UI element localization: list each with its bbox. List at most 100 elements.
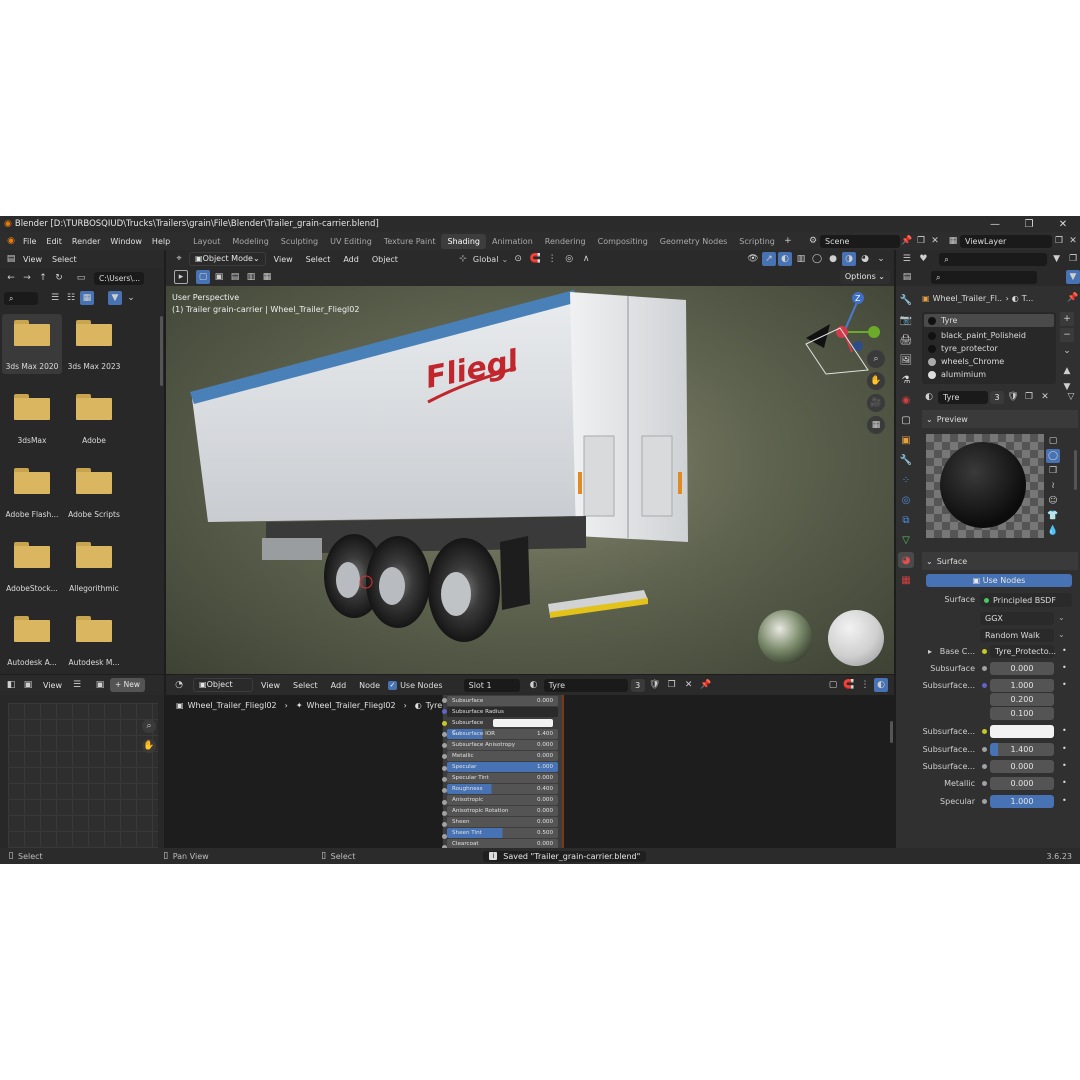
node-input-row[interactable]: Subsurface 0.000 [447,696,558,706]
list-horizontal-icon[interactable]: ☷ [64,291,78,305]
tab-texture-paint[interactable]: Texture Paint [378,237,442,246]
node-input-row[interactable]: Sheen Tint 0.500 [447,828,558,838]
node-input-row[interactable]: Subsurface Radius [447,707,558,717]
use-nodes-button[interactable]: ▣ Use Nodes [926,574,1072,587]
principled-bsdf-node[interactable]: Subsurface 0.000 Subsurface Radius Subsurfa… [442,695,564,848]
keyframe-dot[interactable]: • [1062,744,1067,753]
menu-file[interactable]: File [18,237,41,246]
preview-flat-icon[interactable]: ▢ [1046,434,1060,448]
gizmo-y-axis[interactable] [868,326,880,338]
file-browser-view-menu[interactable]: View [18,255,47,264]
preview-cloth-icon[interactable]: 👕 [1046,509,1060,523]
node-select-menu[interactable]: Select [288,681,323,690]
solid-shading-icon[interactable]: ● [826,252,840,266]
transform-orientation-icon[interactable]: ⊹ [456,252,470,266]
keyframe-dot[interactable]: • [1062,680,1067,689]
world-icon[interactable]: ◉ [898,392,914,408]
overlay-toggle-icon[interactable]: ◐ [874,678,888,692]
folder-item[interactable]: Autodesk A... [2,616,62,670]
proportional-edit-icon[interactable]: ◎ [562,252,576,266]
material-preview-icon[interactable]: ◑ [842,252,856,266]
material-name-field[interactable]: Tyre [938,390,988,404]
new-collection-icon[interactable]: ❐ [1066,252,1080,266]
fake-user-icon[interactable]: 🛡 [1006,390,1020,404]
keyframe-dot[interactable]: • [1062,761,1067,770]
pan-hand-icon[interactable]: ✋ [867,372,885,390]
tab-sculpting[interactable]: Sculpting [275,237,324,246]
shader-node-editor[interactable]: ◔ ▣ Object View Select Add Node ✓ Use No… [166,675,894,850]
viewport-select-menu[interactable]: Select [301,255,336,264]
material-slot[interactable]: alumimium [924,368,1054,381]
maximize-button[interactable]: ❐ [1012,219,1046,230]
folder-item[interactable]: 3dsMax [2,394,62,448]
properties-type-icon[interactable]: ▤ [900,270,914,284]
menu-edit[interactable]: Edit [41,237,67,246]
folder-item[interactable]: Adobe [64,394,124,448]
unlink-material-icon[interactable]: ✕ [682,678,696,692]
subsurface-method-dropdown[interactable]: Random Walk [980,629,1054,642]
material-name-field[interactable]: Tyre [543,678,628,692]
base-color-texture-field[interactable]: Tyre_Protecto... [990,645,1056,658]
material-slot[interactable]: tyre_protector [924,342,1054,355]
preview-hair-icon[interactable]: ≀ [1046,479,1060,493]
subsurface-anisotropy-field[interactable]: 0.000 [990,760,1054,773]
particles-icon[interactable]: ⁘ [898,472,914,488]
folder-item[interactable]: Allegorithmic [64,542,124,596]
subsurface-radius-x[interactable]: 1.000 [990,679,1054,692]
select-tool-icon[interactable]: ▸ [174,270,188,284]
node-input-row[interactable]: Anisotropic 0.000 [447,795,558,805]
options-dropdown[interactable]: Options ⌄ [839,270,890,284]
keyframe-dot[interactable]: • [1062,778,1067,787]
image-view-menu[interactable]: View [38,681,67,690]
viewport-canvas[interactable]: Fliegl User Perspective (1) Trailer grai… [166,286,894,674]
shading-options-icon[interactable]: ⌄ [874,252,888,266]
close-button[interactable]: ✕ [1046,219,1080,230]
new-scene-icon[interactable]: ❐ [914,234,928,248]
object-mode-dropdown[interactable]: ▣ Object Mode ⌄ [189,252,266,266]
overlay-toggle-icon[interactable]: ◐ [778,252,792,266]
outliner-type-icon[interactable]: ☰ [900,252,914,266]
preview-section-header[interactable]: ⌄ Preview [922,410,1078,428]
preview-cube-icon[interactable]: ❒ [1046,464,1060,478]
viewport-add-menu[interactable]: Add [338,255,364,264]
surface-shader-field[interactable]: Principled BSDF [980,593,1072,607]
specular-field[interactable]: 1.000 [990,795,1054,808]
unlink-material-icon[interactable]: ✕ [1038,390,1052,404]
node-input-row[interactable]: Metallic 0.000 [447,751,558,761]
select-extend-icon[interactable]: ▣ [212,270,226,284]
preview-sphere-icon[interactable]: ◯ [1046,449,1060,463]
material-slot[interactable]: black_paint_Polisheid [924,329,1054,342]
breadcrumb-item[interactable]: Wheel_Trailer_Fliegl02 [307,701,396,710]
node-input-row[interactable]: Specular 1.000 [447,762,558,772]
camera-view-icon[interactable]: 🎥 [867,394,885,412]
xray-icon[interactable]: ▥ [794,252,808,266]
scene-field[interactable]: Scene [820,234,900,248]
folder-item[interactable]: Autodesk M... [64,616,124,670]
distribution-dropdown[interactable]: GGX [980,612,1054,625]
render-icon[interactable]: 📷 [898,312,914,328]
subsurface-ior-field[interactable]: 1.400 [990,743,1054,756]
slot-dropdown[interactable]: Slot 1 [463,678,520,692]
node-input-row[interactable]: Specular Tint 0.000 [447,773,558,783]
node-input-row[interactable]: Subsurface Anisotropy 0.000 [447,740,558,750]
node-node-menu[interactable]: Node [354,681,385,690]
material-browse-icon[interactable]: ◐ [527,678,541,692]
tab-shading[interactable]: Shading [441,233,486,249]
outliner-filter-icon[interactable]: ♥ [917,252,931,266]
folder-item[interactable]: 3ds Max 2023 [64,314,124,374]
keyframe-dot[interactable]: • [1062,726,1067,735]
material-icon[interactable]: ◕ [898,552,914,568]
scene-icon[interactable]: ⚗ [898,372,914,388]
folder-item[interactable]: AdobeStock... [2,542,62,596]
preview-fluid-icon[interactable]: 💧 [1046,524,1060,538]
slot-menu-icon[interactable]: ⌄ [1060,344,1074,358]
node-editor-type-icon[interactable]: ◔ [172,678,186,692]
breadcrumb-item[interactable]: Tyre [426,701,442,710]
hamburger-menu-icon[interactable]: ☰ [70,678,84,692]
node-input-row[interactable]: Roughness 0.400 [447,784,558,794]
select-invert-icon[interactable]: ▥ [244,270,258,284]
filter-dropdown-icon[interactable]: ⌄ [124,291,138,305]
metallic-field[interactable]: 0.000 [990,777,1054,790]
folder-item[interactable]: 3ds Max 2020 [2,314,62,374]
tab-layout[interactable]: Layout [187,237,226,246]
